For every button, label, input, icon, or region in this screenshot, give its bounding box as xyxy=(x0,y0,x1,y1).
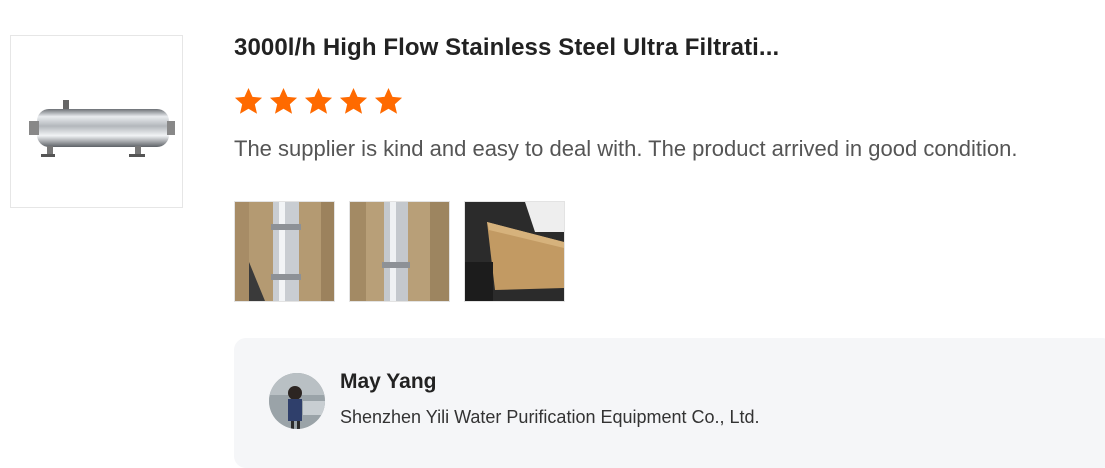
review-photo[interactable] xyxy=(349,201,450,302)
supplier-company[interactable]: Shenzhen Yili Water Purification Equipme… xyxy=(340,407,760,428)
avatar[interactable] xyxy=(269,373,325,429)
star-icon xyxy=(374,87,403,114)
supplier-name: May Yang xyxy=(340,370,437,393)
product-title[interactable]: 3000l/h High Flow Stainless Steel Ultra … xyxy=(234,34,779,62)
review-text: The supplier is kind and easy to deal wi… xyxy=(234,136,1018,161)
star-icon xyxy=(304,87,333,114)
review-photo[interactable] xyxy=(234,201,335,302)
star-icon xyxy=(339,87,368,114)
star-icon xyxy=(269,87,298,114)
product-thumbnail[interactable] xyxy=(10,35,183,208)
review-photos xyxy=(234,201,565,302)
review-photo[interactable] xyxy=(464,201,565,302)
star-icon xyxy=(234,87,263,114)
rating-stars xyxy=(233,86,404,117)
supplier-card: May Yang Shenzhen Yili Water Purificatio… xyxy=(234,338,1105,468)
